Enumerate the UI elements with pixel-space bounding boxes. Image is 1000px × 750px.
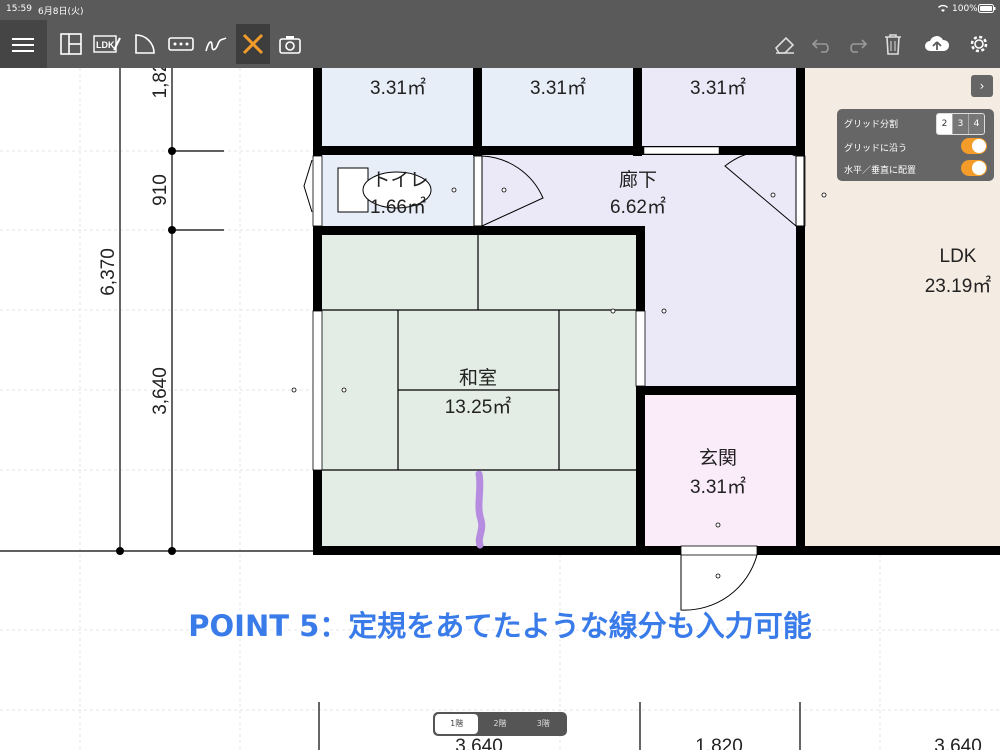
dim-bottom-right: 3,640 [934, 736, 982, 750]
washitsu-name: 和室 [459, 367, 497, 389]
floor-selector[interactable]: 1階 2階 3階 [433, 712, 567, 736]
trash-button[interactable] [876, 24, 910, 64]
battery-icon [978, 4, 996, 16]
room-genkan [641, 391, 800, 549]
room-top2-area: 3.31㎡ [530, 76, 586, 99]
grid-split-label: グリッド分割 [844, 120, 899, 130]
trash-icon [885, 34, 901, 55]
grid-option-4[interactable]: 4 [968, 114, 984, 134]
freehand-button[interactable] [199, 24, 233, 64]
genkan-name: 玄関 [699, 447, 737, 469]
snap-grid-label: グリッドに沿う [844, 144, 908, 154]
undo-button[interactable] [805, 24, 839, 64]
ldk-button[interactable]: LDK [90, 24, 124, 64]
settings-icon [970, 35, 988, 53]
dim-3640: 3,640 [150, 367, 171, 415]
line-tool-button[interactable] [236, 24, 270, 64]
svg-text:LDK: LDK [96, 40, 115, 50]
grid-option-3[interactable]: 3 [952, 114, 968, 134]
snap-grid-toggle[interactable] [961, 138, 987, 154]
freehand-stroke [475, 470, 486, 549]
grid-split-selector[interactable]: 2 3 4 [936, 113, 985, 135]
door-arc-icon [135, 34, 155, 54]
toilet-area: 1.66㎡ [370, 195, 426, 218]
menu-button[interactable] [0, 20, 47, 68]
room-top1-area: 3.31㎡ [370, 76, 426, 99]
menu-icon [12, 38, 34, 52]
line-tool-icon [242, 33, 264, 55]
undo-icon [811, 39, 829, 53]
toilet-name: トイレ [371, 170, 428, 191]
align-toggle[interactable] [961, 160, 987, 176]
cloud-upload-button[interactable] [920, 24, 954, 64]
panel-collapse-button[interactable]: › [971, 75, 993, 97]
dim-bottom-left: 3,640 [455, 736, 503, 750]
fixture-button[interactable] [164, 24, 198, 64]
dim-6370: 6,370 [98, 248, 119, 296]
floor-tab-1[interactable]: 1階 [435, 714, 479, 734]
cloud-upload-icon [925, 36, 950, 51]
dimension-points [116, 147, 176, 555]
floor-tab-3[interactable]: 3階 [522, 714, 565, 734]
door-arc-button[interactable] [128, 24, 162, 64]
status-time: 15:59 [6, 4, 32, 14]
floor-tab-2[interactable]: 2階 [478, 714, 521, 734]
eraser-icon [774, 36, 795, 54]
freehand-pen-icon [205, 37, 227, 52]
wifi-icon [937, 4, 949, 16]
room-layout-button[interactable] [54, 24, 88, 64]
room-hallway [478, 151, 800, 231]
status-bar: 15:59 6月8日(火) 100% [0, 0, 1000, 20]
camera-icon [279, 36, 301, 54]
hallway-area: 6.62㎡ [610, 195, 666, 218]
dim-top-partial: 1,82 [150, 68, 171, 98]
ldk-icon: LDK [93, 35, 121, 53]
align-label: 水平／垂直に配置 [844, 166, 917, 176]
genkan-area: 3.31㎡ [690, 475, 746, 498]
room-top3-area: 3.31㎡ [690, 76, 746, 99]
grid-option-2[interactable]: 2 [937, 114, 952, 134]
dim-910: 910 [150, 174, 171, 206]
grid-settings-panel: グリッド分割 2 3 4 グリッドに沿う 水平／垂直に配置 [837, 109, 994, 181]
point-caption: POINT 5：定規をあてたような線分も入力可能 [188, 609, 812, 643]
status-date: 6月8日(火) [38, 7, 84, 17]
dim-bottom-mid: 1,820 [695, 736, 743, 750]
redo-icon [850, 39, 868, 53]
fixture-icon [168, 37, 194, 51]
redo-button[interactable] [840, 24, 874, 64]
settings-button[interactable] [962, 24, 996, 64]
eraser-button[interactable] [768, 24, 802, 64]
washitsu-area: 13.25㎡ [445, 395, 512, 418]
battery-percent: 100% [952, 4, 978, 14]
ldk-area: 23.19㎡ [925, 274, 992, 297]
ldk-name: LDK [940, 246, 977, 267]
camera-button[interactable] [273, 24, 307, 64]
room-layout-icon [60, 33, 82, 55]
hallway-name: 廊下 [619, 169, 657, 191]
